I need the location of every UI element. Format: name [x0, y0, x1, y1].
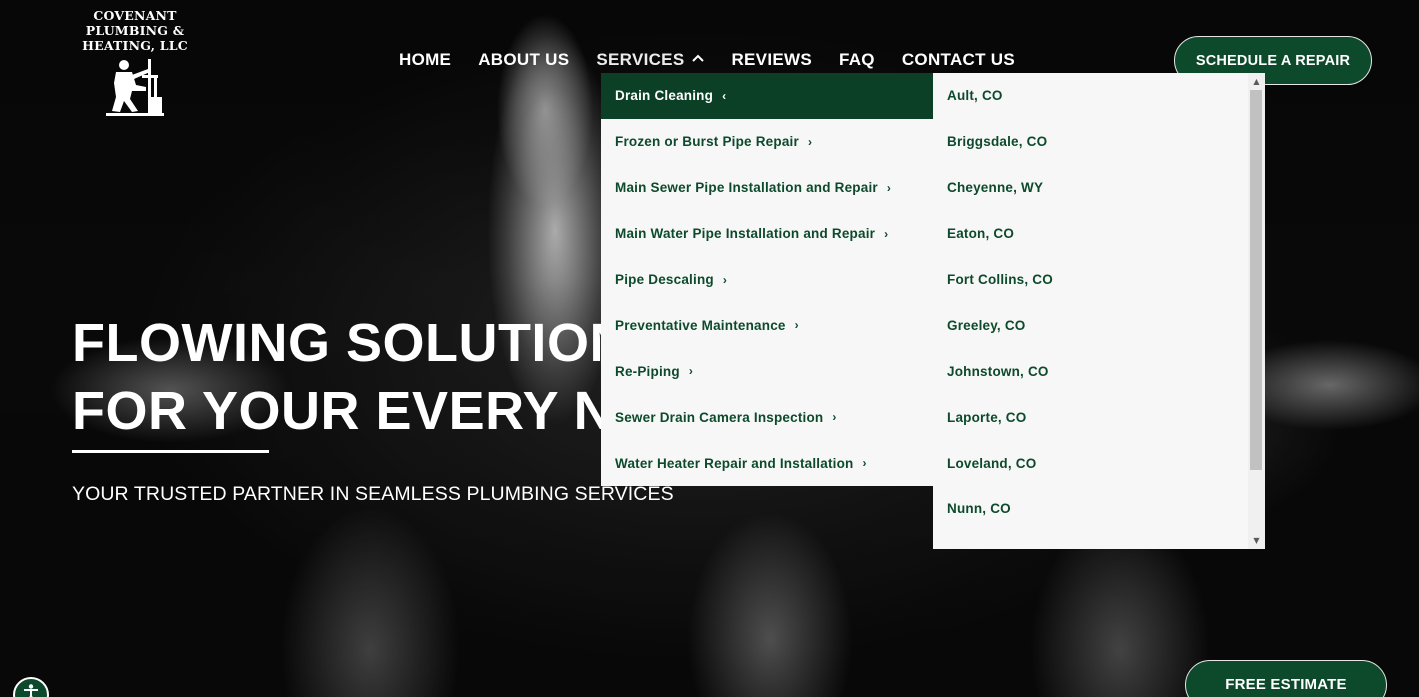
menu-item-label: Re-Piping — [615, 363, 680, 379]
menu-item-label: Drain Cleaning — [615, 88, 714, 104]
main-nav: HOME ABOUT US SERVICES REVIEWS FAQ CONTA… — [399, 50, 1015, 70]
scroll-down-arrow-icon[interactable]: ▼ — [1248, 532, 1265, 549]
nav-services-label: SERVICES — [596, 50, 685, 69]
location-item[interactable]: Briggsdale, CO — [933, 119, 1265, 165]
menu-item-frozen-pipe[interactable]: Frozen or Burst Pipe Repair › — [601, 119, 933, 165]
location-item[interactable]: Laporte, CO — [933, 394, 1265, 440]
menu-item-water-heater[interactable]: Water Heater Repair and Installation › — [601, 440, 933, 486]
chevron-right-icon: › — [886, 180, 892, 195]
nav-home-label: HOME — [399, 50, 452, 69]
free-estimate-button[interactable]: FREE ESTIMATE — [1185, 660, 1387, 697]
menu-item-re-piping[interactable]: Re-Piping › — [601, 348, 933, 394]
location-item[interactable]: Fort Collins, CO — [933, 257, 1265, 303]
plumber-figure-icon — [106, 59, 164, 116]
menu-item-label: Main Water Pipe Installation and Repair — [615, 226, 876, 242]
menu-item-label: Pipe Descaling — [615, 272, 714, 287]
logo-line-3: HEATING, LLC — [82, 38, 188, 53]
menu-item-label: Water Heater Repair and Installation — [615, 455, 854, 471]
chevron-left-icon: ‹ — [722, 88, 727, 103]
nav-reviews-label: REVIEWS — [731, 50, 812, 69]
submenu-scrollbar[interactable]: ▲ ▼ — [1248, 73, 1265, 549]
location-item[interactable]: Cheyenne, WY — [933, 165, 1265, 211]
schedule-repair-label: SCHEDULE A REPAIR — [1195, 52, 1351, 69]
site-logo[interactable]: COVENANT PLUMBING & HEATING, LLC — [80, 8, 190, 117]
location-item[interactable]: Nunn, CO — [933, 486, 1265, 532]
nav-home[interactable]: HOME — [399, 50, 451, 70]
menu-item-main-water[interactable]: Main Water Pipe Installation and Repair › — [601, 211, 933, 257]
chevron-up-icon — [692, 53, 705, 65]
menu-item-preventative[interactable]: Preventative Maintenance › — [601, 302, 933, 348]
services-dropdown: Drain Cleaning ‹ Frozen or Burst Pipe Rep… — [601, 73, 933, 486]
location-item[interactable]: Johnstown, CO — [933, 348, 1265, 394]
nav-about-us-label: ABOUT US — [478, 50, 570, 69]
menu-item-label: Sewer Drain Camera Inspection — [615, 409, 824, 425]
location-item[interactable]: Loveland, CO — [933, 440, 1265, 486]
nav-services[interactable]: SERVICES — [596, 50, 705, 70]
chevron-right-icon: › — [862, 456, 867, 471]
accessibility-icon — [24, 684, 38, 697]
nav-faq-label: FAQ — [838, 50, 875, 69]
chevron-right-icon: › — [832, 410, 837, 425]
menu-item-label: Frozen or Burst Pipe Repair — [615, 134, 799, 150]
nav-contact-us[interactable]: CONTACT US — [902, 50, 1015, 70]
nav-reviews[interactable]: REVIEWS — [731, 50, 812, 70]
chevron-right-icon: › — [807, 134, 813, 149]
locations-submenu: Ault, CO Briggsdale, CO Cheyenne, WY Eat… — [933, 73, 1265, 549]
menu-item-camera-inspection[interactable]: Sewer Drain Camera Inspection › — [601, 394, 933, 440]
menu-item-label: Preventative Maintenance — [615, 317, 786, 333]
menu-item-pipe-descaling[interactable]: Pipe Descaling › — [601, 257, 933, 303]
location-item[interactable]: Greeley, CO — [933, 302, 1265, 348]
chevron-right-icon: › — [794, 318, 799, 333]
nav-contact-us-label: CONTACT US — [901, 50, 1016, 69]
location-item[interactable]: Eaton, CO — [933, 211, 1265, 257]
menu-item-drain-cleaning[interactable]: Drain Cleaning ‹ — [601, 73, 933, 119]
hero-divider — [72, 450, 269, 453]
location-item[interactable]: Ault, CO — [933, 73, 1265, 119]
chevron-right-icon: › — [722, 272, 728, 287]
nav-faq[interactable]: FAQ — [839, 50, 875, 70]
chevron-right-icon: › — [884, 226, 889, 241]
logo-line-2: PLUMBING & — [85, 23, 185, 38]
nav-about-us[interactable]: ABOUT US — [478, 50, 569, 70]
scrollbar-thumb[interactable] — [1250, 90, 1262, 470]
logo-line-1: COVENANT — [93, 8, 177, 23]
free-estimate-label: FREE ESTIMATE — [1225, 676, 1347, 693]
menu-item-label: Main Sewer Pipe Installation and Repair — [615, 180, 878, 196]
chevron-right-icon: › — [688, 364, 694, 379]
hero-subtitle: YOUR TRUSTED PARTNER IN SEAMLESS PLUMBIN… — [72, 483, 674, 505]
menu-item-main-sewer[interactable]: Main Sewer Pipe Installation and Repair › — [601, 165, 933, 211]
scroll-up-arrow-icon[interactable]: ▲ — [1248, 73, 1265, 90]
